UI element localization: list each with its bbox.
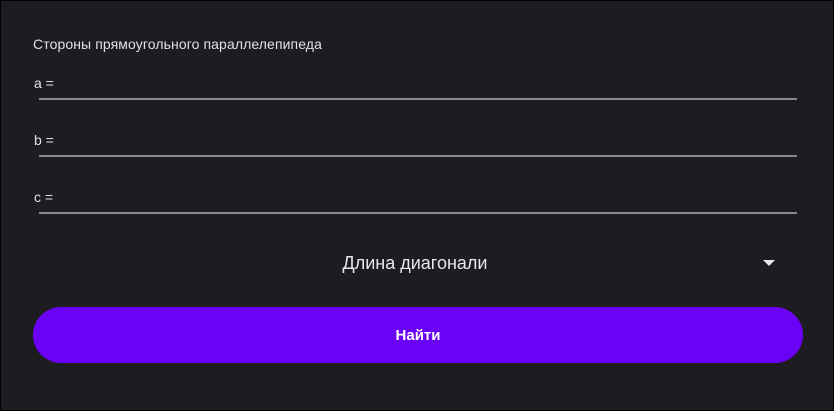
dropdown-selected-value: Длина диагонали (342, 253, 488, 273)
field-b: b = (33, 127, 797, 157)
field-a: a = (33, 70, 797, 100)
field-c-label: c = (34, 189, 54, 205)
field-b-underline (39, 155, 797, 157)
field-c: c = (33, 184, 797, 214)
field-a-label: a = (34, 75, 54, 91)
find-button[interactable]: Найти (33, 307, 803, 363)
triangle-down-icon (763, 260, 775, 266)
section-title: Стороны прямоугольного параллелепипеда (33, 36, 322, 52)
field-c-underline (39, 212, 797, 214)
field-b-label: b = (34, 132, 54, 148)
side-a-input[interactable] (57, 70, 787, 98)
side-c-input[interactable] (57, 184, 787, 212)
field-a-underline (39, 98, 797, 100)
screen: Стороны прямоугольного параллелепипеда a… (1, 1, 833, 410)
side-b-input[interactable] (57, 127, 787, 155)
calculation-type-dropdown[interactable]: Длина диагонали (33, 241, 797, 287)
